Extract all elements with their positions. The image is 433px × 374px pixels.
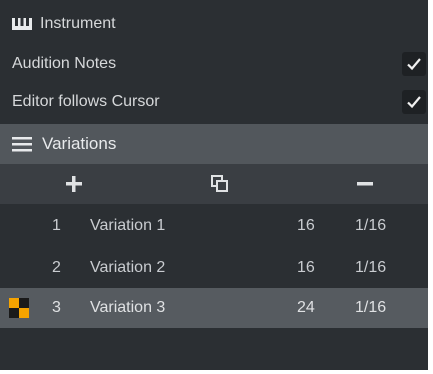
variation-row[interactable]: 2 Variation 2 16 1/16 bbox=[0, 248, 428, 288]
variation-row[interactable]: 1 Variation 1 16 1/16 bbox=[0, 206, 428, 246]
duplicate-icon[interactable] bbox=[210, 174, 230, 194]
checkmark-icon bbox=[407, 58, 421, 71]
variation-index: 3 bbox=[52, 299, 61, 316]
plus-icon[interactable] bbox=[64, 174, 84, 194]
instrument-section-header[interactable]: Instrument bbox=[0, 6, 428, 42]
variation-resolution: 1/16 bbox=[355, 217, 387, 234]
minus-icon[interactable] bbox=[355, 174, 375, 194]
audition-notes-option[interactable]: Audition Notes bbox=[0, 46, 428, 82]
audition-notes-label: Audition Notes bbox=[12, 55, 117, 72]
variation-length: 24 bbox=[297, 299, 315, 316]
audition-notes-checkbox[interactable] bbox=[402, 52, 426, 76]
variations-section-header[interactable]: Variations bbox=[0, 124, 428, 164]
variation-length: 16 bbox=[297, 259, 315, 276]
variation-index: 2 bbox=[52, 259, 61, 276]
variation-row-selected[interactable]: 3 Variation 3 24 1/16 bbox=[0, 288, 428, 328]
variation-index: 1 bbox=[52, 217, 61, 234]
checkmark-icon bbox=[407, 96, 421, 109]
variation-length: 16 bbox=[297, 217, 315, 234]
variation-name: Variation 2 bbox=[90, 259, 166, 276]
variation-name: Variation 3 bbox=[90, 299, 166, 316]
editor-follows-cursor-checkbox[interactable] bbox=[402, 90, 426, 114]
variation-resolution: 1/16 bbox=[355, 299, 387, 316]
editor-follows-cursor-label: Editor follows Cursor bbox=[12, 93, 160, 110]
variations-section-title: Variations bbox=[42, 134, 117, 153]
instrument-panel: Instrument Audition Notes Editor follows… bbox=[0, 0, 428, 370]
editor-follows-cursor-option[interactable]: Editor follows Cursor bbox=[0, 84, 428, 120]
instrument-section-title: Instrument bbox=[40, 15, 116, 32]
variation-resolution: 1/16 bbox=[355, 259, 387, 276]
variation-name: Variation 1 bbox=[90, 217, 166, 234]
piano-keys-icon bbox=[12, 18, 32, 30]
variations-toolbar bbox=[0, 164, 428, 204]
hamburger-menu-icon[interactable] bbox=[12, 136, 32, 152]
active-variation-icon bbox=[9, 298, 29, 318]
